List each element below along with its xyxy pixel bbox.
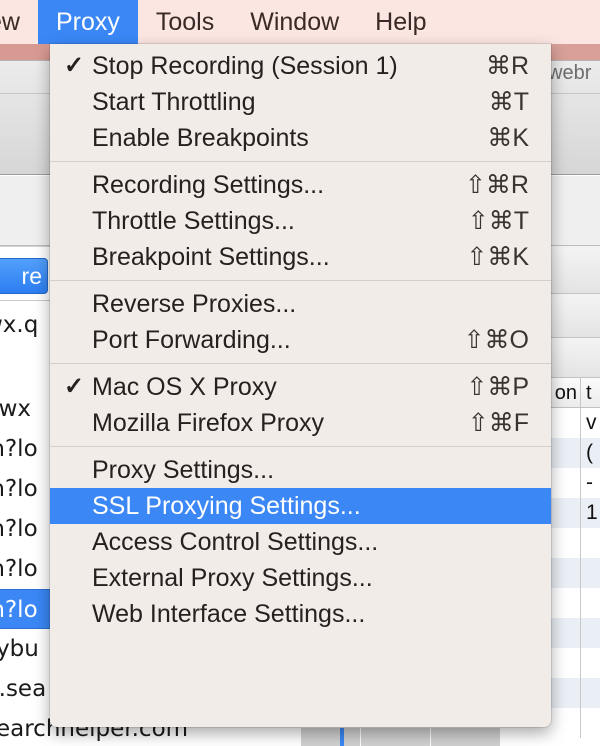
checkmark-icon: ✓ [64,52,85,79]
scrollbar-thumb[interactable] [340,728,344,746]
menubar-item-window[interactable]: Window [232,0,357,44]
menu-item-recording-settings[interactable]: Recording Settings... ⇧⌘R [50,167,551,203]
menu-item-start-throttling[interactable]: Start Throttling ⌘T [50,84,551,120]
menu-item-shortcut: ⇧⌘K [466,243,529,271]
menu-item-label: Reverse Proxies... [92,290,297,318]
menu-item-shortcut: ⌘R [485,52,529,80]
table-row[interactable] [548,678,600,708]
menu-item-label: External Proxy Settings... [92,564,373,592]
table-cell: ( [586,441,593,464]
menu-item-access-control-settings[interactable]: Access Control Settings... [50,524,551,560]
menu-item-port-forwarding[interactable]: Port Forwarding... ⇧⌘O [50,322,551,358]
table-header-row: on t [548,378,600,408]
details-table[interactable]: on t v ( - 1 [548,378,600,746]
menu-item-label: Mac OS X Proxy [92,373,277,401]
menu-item-breakpoint-settings[interactable]: Breakpoint Settings... ⇧⌘K [50,239,551,275]
column-divider [580,588,581,618]
menu-item-label: Web Interface Settings... [92,600,366,628]
table-cell: 1 [586,501,598,524]
menu-separator [50,446,551,447]
menu-item-enable-breakpoints[interactable]: Enable Breakpoints ⌘K [50,120,551,156]
menu-item-shortcut: ⇧⌘F [467,409,529,437]
menu-item-shortcut: ⌘K [487,124,529,152]
menu-item-label: Port Forwarding... [92,326,291,354]
table-row[interactable]: - [548,468,600,498]
menu-item-label: Proxy Settings... [92,456,275,484]
menu-separator [50,363,551,364]
table-row[interactable] [548,618,600,648]
menubar-item-tools[interactable]: Tools [138,0,232,44]
column-divider [580,408,581,438]
proxy-dropdown-menu[interactable]: ✓ Stop Recording (Session 1) ⌘R Start Th… [50,44,551,727]
menu-item-shortcut: ⇧⌘P [466,373,529,401]
menu-item-mac-os-x-proxy[interactable]: ✓ Mac OS X Proxy ⇧⌘P [50,369,551,405]
menu-item-label: Recording Settings... [92,171,325,199]
screenshot-root: webr re x.q wx ?lo ?lo ?lo ?lo ?lo ybu s… [0,0,600,746]
menu-item-stop-recording[interactable]: ✓ Stop Recording (Session 1) ⌘R [50,48,551,84]
table-row[interactable]: ( [548,438,600,468]
menu-item-label: Enable Breakpoints [92,124,309,152]
table-cell: v [586,411,597,434]
table-row[interactable] [548,648,600,678]
column-divider [580,708,581,738]
table-row[interactable] [548,708,600,738]
table-row[interactable] [548,588,600,618]
column-divider [580,438,581,468]
menu-item-label: Start Throttling [92,88,256,116]
menubar-item-view[interactable]: ew [0,0,38,44]
column-divider [580,678,581,708]
menu-item-mozilla-firefox-proxy[interactable]: Mozilla Firefox Proxy ⇧⌘F [50,405,551,441]
table-row[interactable]: v [548,408,600,438]
table-row[interactable] [548,558,600,588]
column-divider [580,528,581,558]
menu-item-shortcut: ⇧⌘R [464,171,529,199]
menubar[interactable]: ew Proxy Tools Window Help [0,0,600,44]
menu-item-external-proxy-settings[interactable]: External Proxy Settings... [50,560,551,596]
horizontal-scrollbar[interactable] [300,728,500,746]
menu-item-reverse-proxies[interactable]: Reverse Proxies... [50,286,551,322]
menu-item-proxy-settings[interactable]: Proxy Settings... [50,452,551,488]
column-divider [580,648,581,678]
right-panel-strip-1 [548,246,600,294]
menu-item-label: Access Control Settings... [92,528,379,556]
toolbar-tab-label: webr [548,62,592,84]
column-divider [580,558,581,588]
column-divider [580,468,581,498]
menu-item-throttle-settings[interactable]: Throttle Settings... ⇧⌘T [50,203,551,239]
right-panel-strip-3 [548,338,600,378]
menu-item-label: Stop Recording (Session 1) [92,52,398,80]
menu-item-ssl-proxying-settings[interactable]: SSL Proxying Settings... [50,488,551,524]
menu-item-shortcut: ⇧⌘O [463,326,529,354]
menu-item-web-interface-settings[interactable]: Web Interface Settings... [50,596,551,632]
checkmark-icon: ✓ [64,373,85,400]
menu-item-label: Mozilla Firefox Proxy [92,409,324,437]
menu-item-label: SSL Proxying Settings... [92,492,361,520]
column-divider [580,618,581,648]
table-row[interactable]: 1 [548,498,600,528]
column-divider [580,378,581,407]
menu-item-shortcut: ⇧⌘T [467,207,529,235]
table-cell: - [586,471,593,494]
table-header-cell: t [586,382,592,404]
menu-separator [50,161,551,162]
menubar-item-help[interactable]: Help [357,0,444,44]
table-header-cell: on [554,382,577,404]
menu-item-label: Breakpoint Settings... [92,243,330,271]
menubar-item-proxy[interactable]: Proxy [37,0,138,44]
column-divider [580,498,581,528]
right-panel-strip-2 [548,294,600,338]
menu-item-shortcut: ⌘T [488,88,529,116]
menu-separator [50,280,551,281]
table-row[interactable] [548,528,600,558]
filter-button[interactable]: re [0,258,48,294]
menu-item-label: Throttle Settings... [92,207,295,235]
